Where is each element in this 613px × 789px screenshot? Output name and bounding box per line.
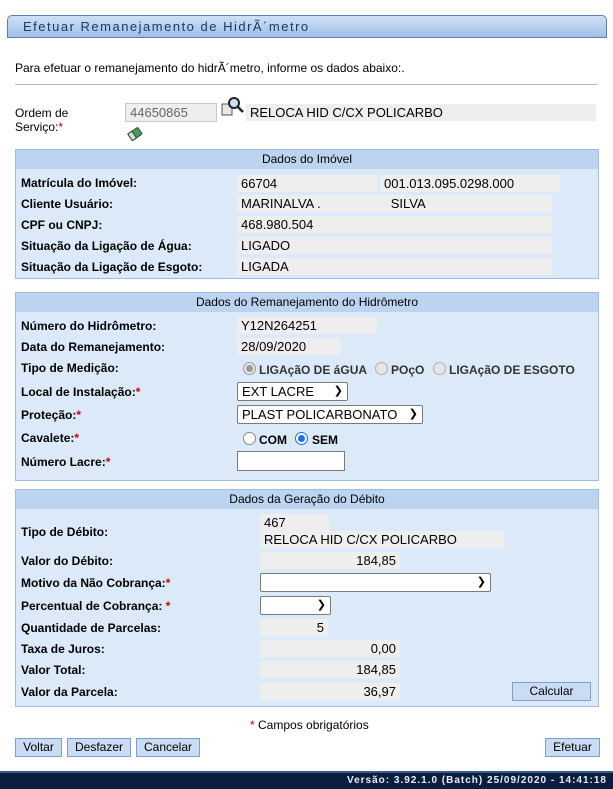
ordem-label: Ordem de Serviço:* [15,106,105,134]
cliente-first-name: MARINALVA . [241,196,321,211]
taxa-juros-label: Taxa de Juros: [21,642,105,656]
motivo-nao-cobranca-text: Motivo da Não Cobrança: [21,576,166,590]
cavalete-label: Cavalete:* [21,431,79,445]
valor-parcela-value: 36,97 [260,683,400,700]
required-note: * Campos obrigatórios [250,718,369,732]
tipo-debito-code: 467 [260,514,329,531]
local-instalacao-value: EXT LACRE [242,384,315,399]
cavalete-sem-radio[interactable] [295,432,308,445]
percentual-cobranca-select[interactable]: ❯ [260,596,331,615]
cavalete-sem-label: SEM [312,433,339,447]
tipo-agua-label: LIGAçãO DE áGUA [259,363,368,377]
cancelar-button[interactable]: Cancelar [136,738,200,757]
required-star: * [76,408,82,422]
footer-bar: Versão: 3.92.1.0 (Batch) 25/09/2020 - 14… [0,771,613,789]
window-title-bar: Efetuar Remanejamento de HidrÃ´metro [7,15,607,38]
cliente-label: Cliente Usuário: [21,197,114,211]
valor-parcela-label: Valor da Parcela: [21,685,118,699]
required-star: * [74,431,80,445]
taxa-juros-value: 0,00 [260,640,400,657]
esgoto-label: Situação da Ligação de Esgoto: [21,260,203,274]
desfazer-button[interactable]: Desfazer [67,738,131,757]
version-text: Versão: 3.92.1.0 (Batch) 25/09/2020 - 14… [346,775,607,786]
protecao-text: Proteção: [21,408,77,422]
efetuar-button[interactable]: Efetuar [545,738,600,757]
voltar-button[interactable]: Voltar [15,738,62,757]
tipo-esgoto-radio[interactable] [433,362,446,375]
cavalete-com-label: COM [259,433,287,447]
motivo-nao-cobranca-label: Motivo da Não Cobrança:* [21,576,170,590]
cliente-last-name: SILVA [390,196,426,211]
chevron-down-icon: ❯ [476,576,486,588]
valor-total-label: Valor Total: [21,663,86,677]
intro-text: Para efetuar o remanejamento do hidrÃ´me… [15,61,405,75]
valor-total-value: 184,85 [260,661,400,678]
data-remanejamento-value: 28/09/2020 [237,338,341,355]
required-star: * [105,455,111,469]
debito-section-header: Dados da Geração do Débito [16,490,598,509]
required-star: * [135,385,141,399]
matricula-label: Matrícula do Imóvel: [21,176,138,190]
required-note-text: Campos obrigatórios [258,718,369,732]
hidrometro-numero-label: Número do Hidrômetro: [21,319,157,333]
cavalete-com-radio[interactable] [243,432,256,445]
protecao-select[interactable]: PLAST POLICARBONATO ❯ [237,405,423,424]
local-instalacao-text: Local de Instalação: [21,385,136,399]
tipo-poco-label: POçO [391,363,425,377]
imovel-section: Dados do Imóvel Matrícula do Imóvel: 667… [15,149,599,279]
required-star: * [58,120,64,134]
chevron-down-icon: ❯ [333,385,343,397]
cpf-value: 468.980.504 [237,216,552,233]
divider [15,84,598,85]
percentual-cobranca-label: Percentual de Cobrança: * [21,599,170,613]
local-instalacao-select[interactable]: EXT LACRE ❯ [237,382,348,401]
page-title: Efetuar Remanejamento de HidrÃ´metro [23,19,310,34]
cavalete-text: Cavalete: [21,431,75,445]
chevron-down-icon: ❯ [316,599,326,611]
quantidade-parcelas-label: Quantidade de Parcelas: [21,621,162,635]
motivo-nao-cobranca-select[interactable]: ❯ [260,573,491,592]
hidrometro-numero-value: Y12N264251 [237,317,377,334]
chevron-down-icon: ❯ [408,408,418,420]
tipo-esgoto-label: LIGAçãO DE ESGOTO [449,363,575,377]
numero-lacre-text: Número Lacre: [21,455,106,469]
numero-lacre-input[interactable] [237,451,345,471]
matricula-code: 001.013.095.0298.000 [380,175,560,192]
tipo-medicao-label: Tipo de Medição: [21,361,119,375]
data-remanejamento-label: Data do Remanejamento: [21,340,166,354]
agua-value: LIGADO [237,237,552,254]
debito-section: Dados da Geração do Débito Tipo de Débit… [15,489,599,707]
remanejamento-section-header: Dados do Remanejamento do Hidrômetro [16,293,598,312]
ordem-description: RELOCA HID C/CX POLICARBO [246,104,596,121]
valor-debito-value: 184,85 [260,552,400,569]
cpf-label: CPF ou CNPJ: [21,218,103,232]
required-star: * [250,718,255,732]
esgoto-value: LIGADA [237,258,552,275]
matricula-value: 66704 [237,175,377,192]
remanejamento-section: Dados do Remanejamento do Hidrômetro Núm… [15,292,599,481]
agua-label: Situação da Ligação de Água: [21,239,192,253]
protecao-label: Proteção:* [21,408,81,422]
tipo-poco-radio[interactable] [375,362,388,375]
cliente-value: MARINALVA . SILVA [237,195,552,212]
tipo-debito-description: RELOCA HID C/CX POLICARBO [260,531,504,548]
search-icon[interactable] [221,96,245,118]
valor-debito-label: Valor do Débito: [21,554,114,568]
imovel-section-header: Dados do Imóvel [16,150,598,169]
percentual-cobranca-text: Percentual de Cobrança: [21,599,163,613]
protecao-value: PLAST POLICARBONATO [242,407,398,422]
local-instalacao-label: Local de Instalação:* [21,385,140,399]
calcular-button[interactable]: Calcular [512,682,591,701]
tipo-agua-radio[interactable] [243,362,256,375]
required-star: * [165,599,171,613]
ordem-input[interactable]: 44650865 [125,103,217,122]
numero-lacre-label: Número Lacre:* [21,455,110,469]
tipo-debito-label: Tipo de Débito: [21,525,109,539]
required-star: * [165,576,171,590]
eraser-icon[interactable] [126,125,144,143]
quantidade-parcelas-value: 5 [260,619,328,636]
